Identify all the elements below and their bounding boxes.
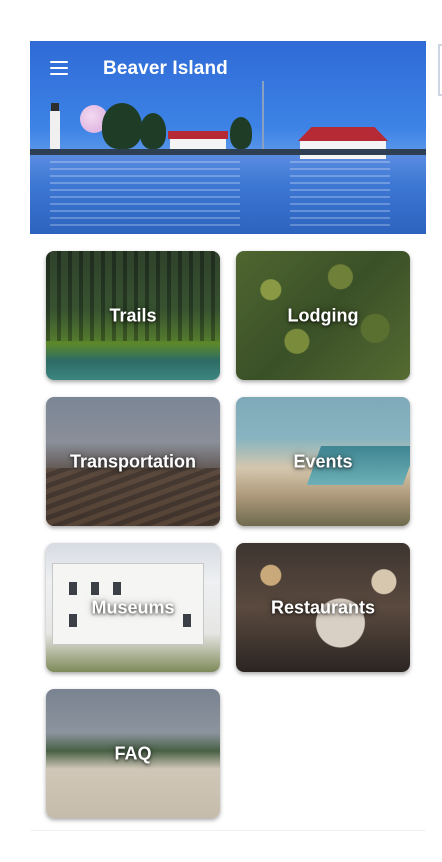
window — [69, 582, 77, 595]
app-title: Beaver Island — [103, 58, 228, 79]
tile-label: Events — [293, 451, 353, 471]
tree-image — [140, 113, 166, 149]
tile-label: Museums — [91, 597, 175, 617]
shoreline — [30, 149, 426, 155]
tile-lodging[interactable]: Lodging — [236, 251, 410, 380]
divider — [30, 830, 426, 831]
window — [91, 582, 99, 595]
tree-image — [230, 117, 252, 149]
tile-label: Lodging — [287, 305, 359, 325]
window — [113, 582, 121, 595]
tile-label: Trails — [109, 305, 157, 325]
radio-tower-image — [262, 81, 264, 151]
tile-museums[interactable]: Museums — [46, 543, 220, 672]
tile-events[interactable]: Events — [236, 397, 410, 526]
water-reflection — [50, 161, 240, 231]
tile-label: Transportation — [69, 451, 196, 471]
tile-label: Restaurants — [270, 597, 376, 617]
tile-restaurants[interactable]: Restaurants — [236, 543, 410, 672]
lighthouse-image — [50, 111, 60, 149]
building-roof — [298, 127, 388, 141]
building-roof — [168, 131, 228, 139]
header-banner: Beaver Island — [30, 41, 426, 234]
hamburger-menu-icon[interactable] — [50, 61, 68, 75]
ground-image — [46, 467, 220, 526]
forest-image — [46, 251, 220, 342]
app-screen: Beaver Island Trails Lodging Transportat… — [30, 0, 426, 862]
tile-trails[interactable]: Trails — [46, 251, 220, 380]
lighthouse-lamp — [51, 103, 59, 111]
tree-image — [102, 103, 142, 149]
water-reflection — [290, 161, 390, 231]
tile-transportation[interactable]: Transportation — [46, 397, 220, 526]
adjacent-window-edge — [438, 44, 442, 96]
tile-label: FAQ — [114, 743, 152, 763]
tile-faq[interactable]: FAQ — [46, 689, 220, 818]
